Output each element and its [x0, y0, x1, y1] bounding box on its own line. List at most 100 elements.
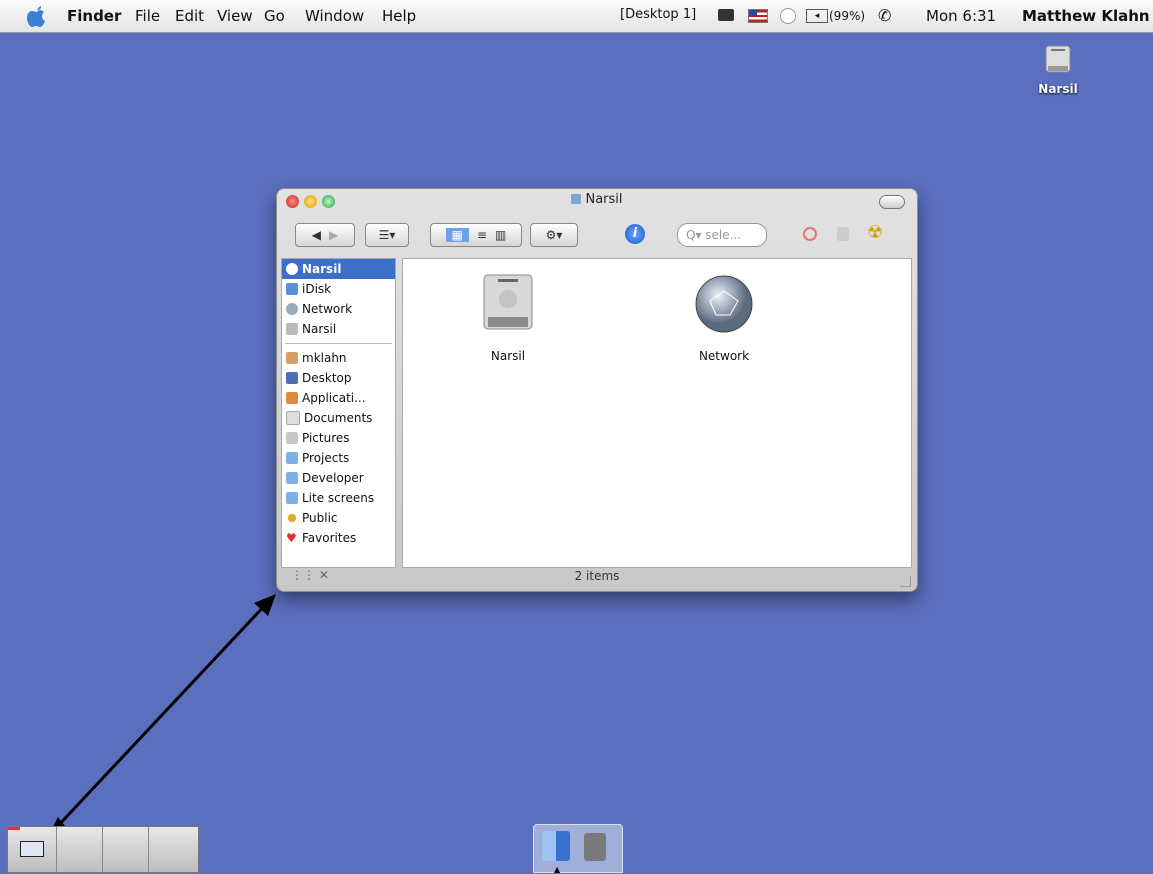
sidebar-item-narsil-computer[interactable]: Narsil	[282, 259, 395, 279]
path-button[interactable]: ☰▾	[365, 223, 409, 247]
trash-icon[interactable]	[584, 833, 606, 861]
menu-edit[interactable]: Edit	[175, 7, 204, 25]
shutdown-icon[interactable]	[803, 227, 817, 241]
sidebar-item-label: mklahn	[302, 351, 347, 365]
info-icon[interactable]: i	[625, 224, 645, 244]
idisk-icon	[286, 283, 298, 295]
desktop-indicator[interactable]: [Desktop 1]	[620, 7, 696, 22]
desktop-drive[interactable]: Narsil	[1030, 44, 1086, 96]
content-area: Narsil Network	[402, 258, 912, 568]
dock: ▲	[533, 824, 623, 874]
sidebar-item-label: Network	[302, 302, 353, 316]
sidebar-item-developer[interactable]: Developer	[282, 468, 395, 488]
pictures-icon	[286, 432, 298, 444]
apple-menu-icon[interactable]	[26, 4, 48, 28]
search-field[interactable]: Q▾ sele...	[677, 223, 767, 247]
network-icon	[286, 303, 298, 315]
sidebar-item-label: Favorites	[302, 531, 357, 545]
toolbar-toggle-button[interactable]	[879, 195, 905, 209]
action-button[interactable]: ⚙▾	[530, 223, 578, 247]
status-circle-icon[interactable]	[780, 8, 796, 24]
gear-icon: ⚙▾	[545, 228, 563, 242]
sidebar-item-home[interactable]: mklahn	[282, 348, 395, 368]
item-narsil[interactable]: Narsil	[453, 271, 563, 363]
status-bar: 2 items	[574, 569, 620, 583]
eject-icon[interactable]	[837, 227, 849, 241]
window-thumbnail-icon	[20, 841, 44, 857]
pager-desktop-2[interactable]	[56, 827, 103, 872]
hard-drive-icon	[1045, 45, 1071, 73]
folder-icon	[286, 492, 298, 504]
back-icon[interactable]: ◀	[312, 228, 321, 242]
menu-finder[interactable]: Finder	[67, 7, 121, 25]
volume-icon[interactable]: ◂	[806, 9, 828, 23]
item-network[interactable]: Network	[669, 271, 779, 363]
item-label: Narsil	[490, 349, 526, 363]
display-icon[interactable]	[718, 9, 734, 21]
desktop-icon	[286, 372, 298, 384]
sidebar-item-public[interactable]: Public	[282, 508, 395, 528]
menu-help[interactable]: Help	[382, 7, 416, 25]
pager-desktop-3[interactable]	[102, 827, 149, 872]
menu-window[interactable]: Window	[305, 7, 364, 25]
finder-icon[interactable]	[542, 831, 570, 861]
back-forward-buttons[interactable]: ◀ ▶	[295, 223, 355, 247]
sidebar-item-label: Lite screens	[302, 491, 375, 505]
list-view-icon[interactable]: ≡	[477, 228, 487, 242]
sidebar-item-label: Public	[302, 511, 338, 525]
sidebar-item-desktop[interactable]: Desktop	[282, 368, 395, 388]
menu-go[interactable]: Go	[264, 7, 285, 25]
menu-file[interactable]: File	[135, 7, 160, 25]
hard-drive-icon	[286, 323, 298, 335]
resize-handle[interactable]	[900, 576, 911, 587]
computer-icon	[286, 263, 298, 275]
window-title-text: Narsil	[585, 192, 623, 207]
sidebar-item-lite-screens[interactable]: Lite screens	[282, 488, 395, 508]
sidebar-item-favorites[interactable]: ♥ Favorites	[282, 528, 395, 548]
folder-icon	[286, 472, 298, 484]
sidebar-item-label: Narsil	[302, 322, 337, 336]
icon-view-icon[interactable]: ▦	[445, 228, 469, 242]
column-view-icon[interactable]: ▥	[495, 228, 506, 242]
sidebar-item-label: iDisk	[302, 282, 332, 296]
sidebar-item-applications[interactable]: Applicati...	[282, 388, 395, 408]
home-icon	[286, 352, 298, 364]
path-icon: ☰▾	[378, 228, 396, 242]
item-label: Network	[698, 349, 750, 363]
sidebar-divider[interactable]	[285, 343, 392, 344]
sidebar-item-label: Projects	[302, 451, 350, 465]
window-title: Narsil	[277, 192, 917, 207]
folder-icon	[286, 452, 298, 464]
burn-icon[interactable]: ☢	[867, 222, 883, 243]
sidebar-item-label: Desktop	[302, 371, 352, 385]
sidebar-item-narsil-drive[interactable]: Narsil	[282, 319, 395, 339]
public-icon	[287, 513, 297, 523]
documents-icon	[286, 411, 300, 425]
menu-bar: Finder File Edit View Go Window Help [De…	[0, 0, 1153, 33]
sidebar-item-label: Narsil	[302, 262, 342, 276]
desktop-pager[interactable]	[7, 826, 199, 873]
phone-icon[interactable]: ✆	[878, 6, 891, 25]
menu-view[interactable]: View	[217, 7, 253, 25]
view-buttons[interactable]: ▦ ≡ ▥	[430, 223, 522, 247]
desktop-drive-label: Narsil	[1038, 82, 1078, 96]
pager-desktop-1[interactable]	[8, 827, 57, 872]
applications-icon	[286, 392, 298, 404]
sidebar: Narsil iDisk Network Narsil mklahn Deskt…	[281, 258, 396, 568]
flag-icon[interactable]	[748, 9, 768, 23]
sidebar-item-network[interactable]: Network	[282, 299, 395, 319]
sidebar-item-label: Pictures	[302, 431, 350, 445]
sidebar-item-idisk[interactable]: iDisk	[282, 279, 395, 299]
hard-drive-icon	[483, 274, 533, 330]
sidebar-item-projects[interactable]: Projects	[282, 448, 395, 468]
running-indicator-icon: ▲	[554, 865, 561, 874]
sidebar-item-pictures[interactable]: Pictures	[282, 428, 395, 448]
battery-percent[interactable]: (99%)	[829, 9, 865, 23]
user-name[interactable]: Matthew Klahn	[1022, 7, 1150, 25]
network-globe-icon	[695, 275, 753, 333]
clock[interactable]: Mon 6:31	[926, 7, 996, 25]
sidebar-item-label: Applicati...	[302, 391, 366, 405]
sidebar-item-label: Documents	[304, 411, 373, 425]
forward-icon[interactable]: ▶	[329, 228, 338, 242]
sidebar-item-documents[interactable]: Documents	[282, 408, 395, 428]
